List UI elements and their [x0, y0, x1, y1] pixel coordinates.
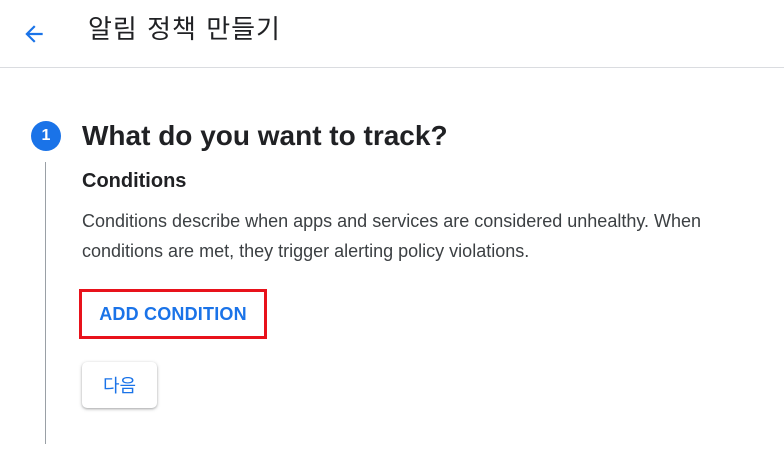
step-number-badge: 1	[31, 121, 61, 151]
arrow-left-icon	[25, 25, 43, 43]
step-title: What do you want to track?	[82, 120, 448, 151]
conditions-description: Conditions describe when apps and servic…	[82, 211, 702, 261]
top-bar: 알림 정책 만들기	[0, 0, 784, 68]
step-connector-line	[45, 162, 46, 444]
next-button[interactable]: 다음	[82, 362, 157, 408]
create-alerting-policy-page: 알림 정책 만들기 1 What do you want to track? C…	[0, 0, 784, 449]
add-condition-button[interactable]: ADD CONDITION	[82, 292, 264, 336]
back-button[interactable]	[18, 18, 50, 50]
page-title: 알림 정책 만들기	[88, 15, 281, 45]
conditions-heading: Conditions	[82, 170, 187, 192]
